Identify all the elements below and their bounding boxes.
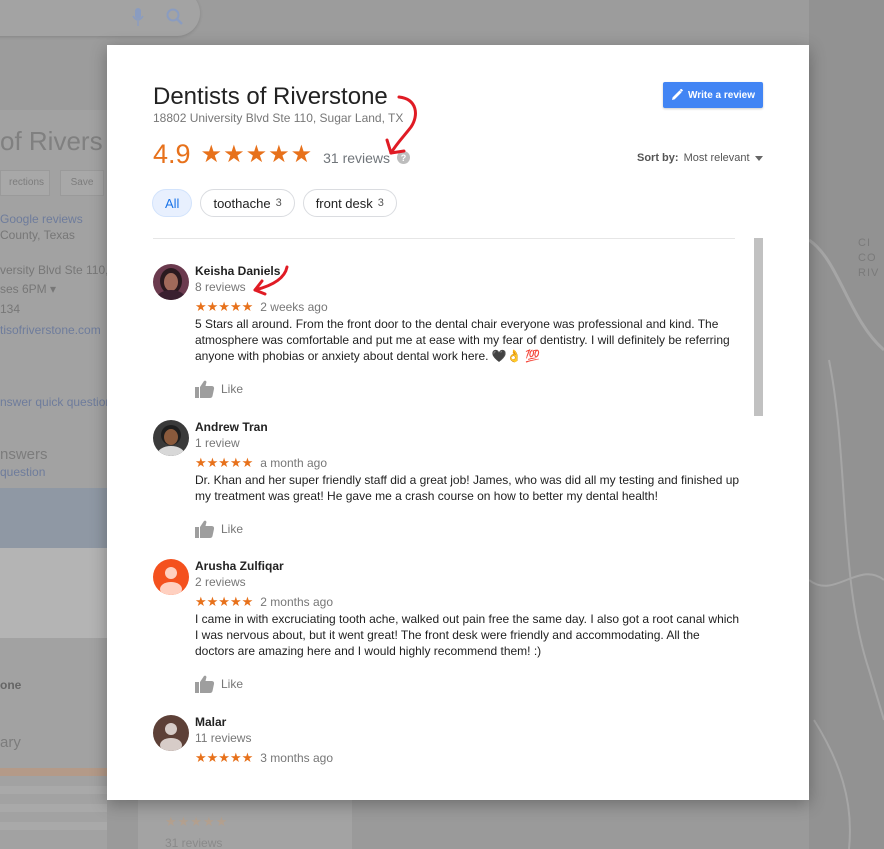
- background-summary-heading: ary: [0, 734, 21, 751]
- background-rating-bar: [0, 822, 107, 830]
- caret-down-icon: [754, 155, 763, 161]
- business-address: 18802 University Blvd Ste 110, Sugar Lan…: [153, 111, 404, 125]
- review-date: a month ago: [260, 456, 327, 470]
- background-qa-link: nswer quick question: [0, 395, 113, 409]
- chip-label: front desk: [315, 195, 373, 211]
- thumbs-up-icon: [195, 380, 215, 398]
- chip-label: All: [165, 195, 180, 211]
- background-rating-bar: [0, 768, 107, 776]
- chip-toothache[interactable]: toothache 3: [200, 189, 295, 217]
- background-website-link: tisofriverstone.com: [0, 323, 101, 337]
- like-button[interactable]: Like: [195, 380, 740, 398]
- reviewer-review-count: 1 review: [195, 436, 240, 450]
- background-building-photo: [0, 488, 107, 638]
- background-directions-button: rections: [0, 170, 50, 196]
- sort-dropdown[interactable]: Most relevant: [684, 152, 750, 164]
- sort-label: Sort by:: [637, 152, 679, 164]
- avatar[interactable]: [153, 715, 189, 751]
- background-answers-heading: nswers: [0, 446, 48, 463]
- write-review-button[interactable]: Write a review: [663, 82, 763, 108]
- microphone-icon: [132, 8, 144, 26]
- background-google-reviews-link: Google reviews: [0, 212, 83, 226]
- like-label: Like: [221, 522, 244, 536]
- reviewer-review-count: 11 reviews: [195, 731, 252, 745]
- background-map-roads: [809, 238, 884, 849]
- rating-stars: ★★★★★: [200, 141, 314, 168]
- thumbs-up-icon: [195, 675, 215, 693]
- chip-all[interactable]: All: [152, 189, 193, 217]
- help-icon[interactable]: ?: [397, 150, 411, 164]
- sort-control[interactable]: Sort by: Most relevant: [637, 152, 763, 164]
- divider: [153, 238, 735, 239]
- avatar[interactable]: [153, 420, 189, 456]
- write-review-label: Write a review: [687, 89, 756, 101]
- review-date: 2 months ago: [260, 595, 333, 609]
- chip-count: 3: [275, 197, 282, 209]
- chip-count: 3: [377, 197, 384, 209]
- background-save-button: Save: [60, 170, 104, 196]
- review-text: Dr. Khan and her super friendly staff di…: [195, 473, 740, 503]
- reviewer-name[interactable]: Arusha Zulfiqar: [195, 559, 740, 573]
- business-name: Dentists of Riverstone: [153, 83, 388, 110]
- background-summary-name: one: [0, 678, 22, 692]
- background-phone: 134: [0, 302, 21, 316]
- reviewer-review-count: 2 reviews: [195, 575, 246, 589]
- background-question-link: question: [0, 465, 46, 479]
- chip-front-desk[interactable]: front desk 3: [302, 189, 397, 217]
- background-county: County, Texas: [0, 228, 75, 242]
- scrollbar-thumb[interactable]: [754, 238, 763, 416]
- review-stars: ★★★★★: [195, 594, 254, 609]
- background-title: of Rivers: [0, 126, 103, 156]
- rating-value: 4.9: [153, 139, 191, 169]
- avatar[interactable]: [153, 264, 189, 300]
- thumbs-up-icon: [195, 520, 215, 538]
- like-button[interactable]: Like: [195, 675, 740, 693]
- review-text: 5 Stars all around. From the front door …: [195, 317, 730, 363]
- review-date: 3 months ago: [260, 751, 333, 765]
- review-stars: ★★★★★: [195, 299, 254, 314]
- search-icon: [166, 8, 183, 25]
- background-rating-bar: [0, 786, 107, 794]
- pencil-icon: [671, 89, 683, 100]
- chip-label: toothache: [213, 195, 271, 211]
- review-count[interactable]: 31 reviews: [323, 150, 390, 166]
- background-rating-bar: [0, 804, 107, 812]
- topic-filter-chips: All toothache 3 front desk 3: [152, 189, 397, 217]
- reviewer-review-count: 8 reviews: [195, 280, 246, 294]
- background-hours: ses 6PM ▾: [0, 282, 57, 296]
- avatar[interactable]: [153, 559, 189, 595]
- review-text: I came in with excruciating tooth ache, …: [195, 612, 740, 658]
- background-review-count: 31 reviews: [165, 836, 223, 849]
- svg-text:?: ?: [401, 153, 407, 163]
- reviewer-name[interactable]: Andrew Tran: [195, 420, 740, 434]
- review-stars: ★★★★★: [195, 750, 254, 765]
- overall-rating: 4.9 ★★★★★ 31 reviews ?: [153, 139, 411, 170]
- like-label: Like: [221, 382, 244, 396]
- reviews-dialog: Dentists of Riverstone 18802 University …: [107, 45, 809, 800]
- review-date: 2 weeks ago: [260, 300, 328, 314]
- like-label: Like: [221, 677, 244, 691]
- background-address: versity Blvd Ste 110,: [0, 263, 109, 277]
- background-map-label: CI CO RIV: [858, 237, 880, 279]
- review-stars: ★★★★★: [195, 455, 254, 470]
- reviewer-name[interactable]: Keisha Daniels: [195, 264, 740, 278]
- like-button[interactable]: Like: [195, 520, 740, 538]
- background-stars: ★★★★★: [165, 814, 229, 829]
- reviewer-name[interactable]: Malar: [195, 715, 740, 729]
